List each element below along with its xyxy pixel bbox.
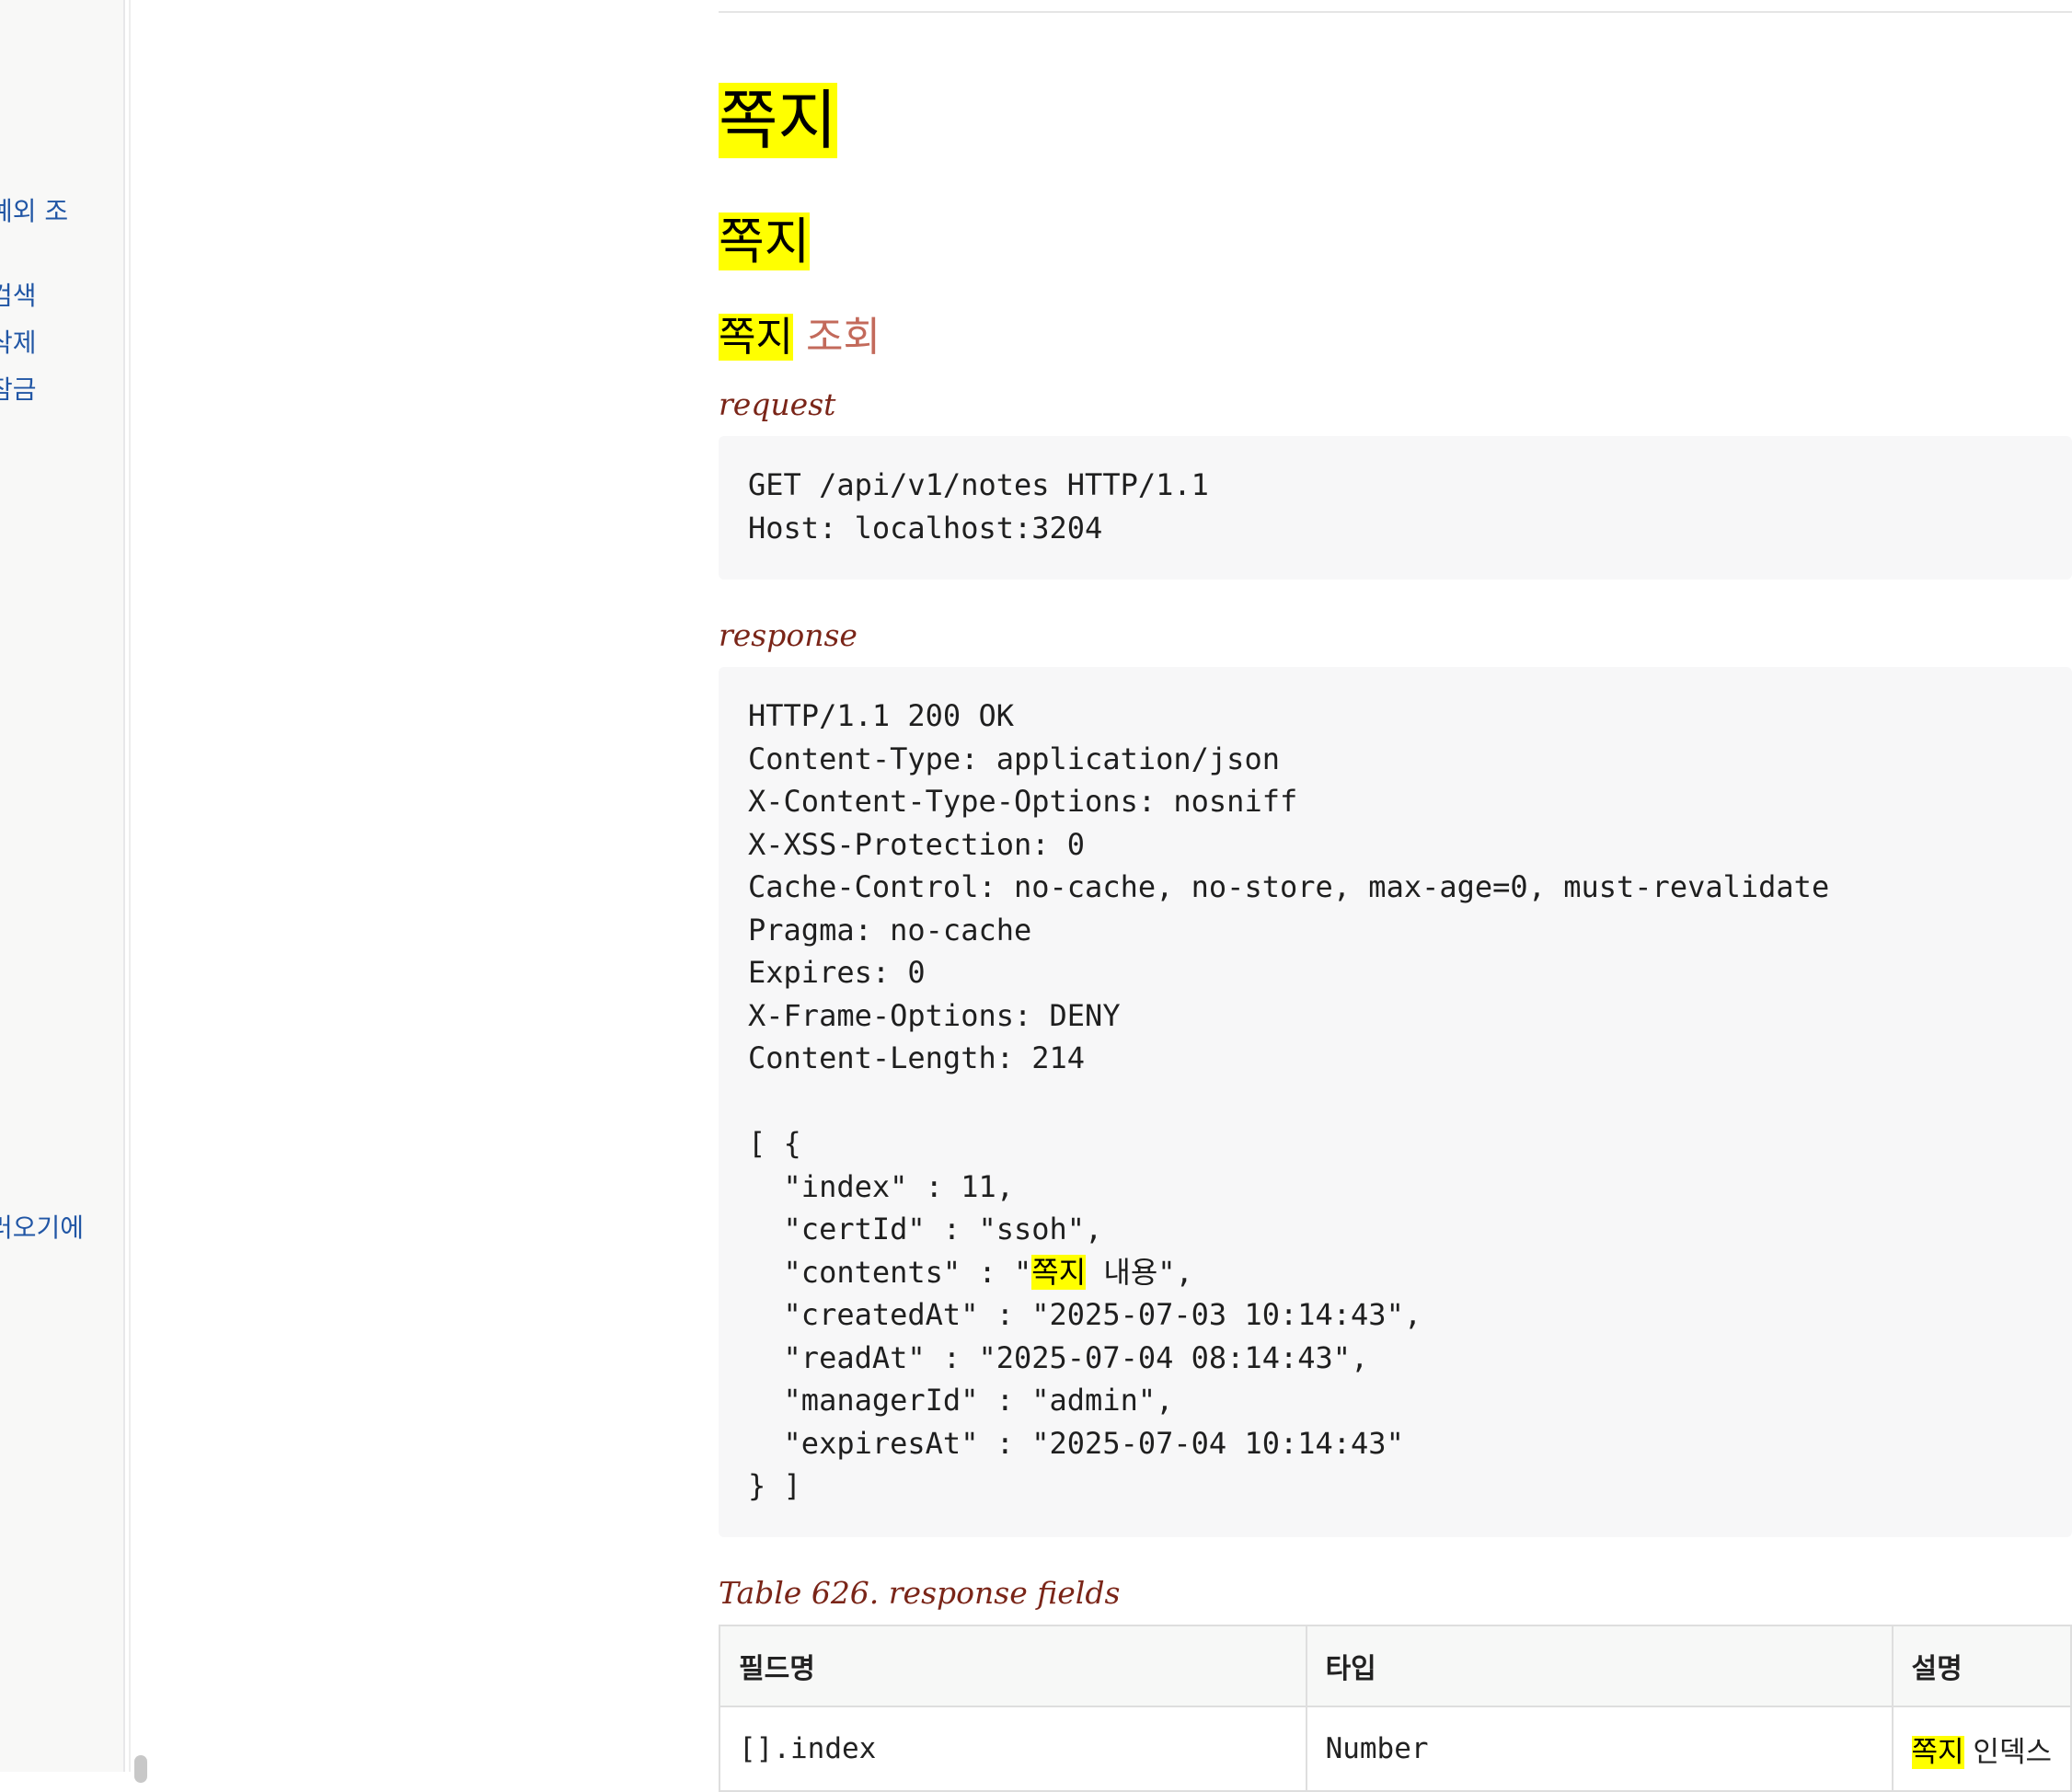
request-line: GET /api/v1/notes HTTP/1.1 bbox=[748, 467, 1209, 502]
request-line: Host: localhost:3204 bbox=[748, 510, 1103, 546]
toc-item-search[interactable]: 검색 bbox=[0, 276, 37, 313]
response-code: HTTP/1.1 200 OK Content-Type: applicatio… bbox=[748, 695, 1829, 1508]
toc-scrollbar[interactable] bbox=[129, 0, 153, 1783]
json-line: "createdAt" : "2025-07-03 10:14:43", bbox=[748, 1297, 1422, 1332]
request-label: request bbox=[719, 386, 836, 422]
request-code: GET /api/v1/notes HTTP/1.1 Host: localho… bbox=[748, 464, 1209, 549]
table-row: [].index Number 쪽지 인덱스 bbox=[719, 1706, 2072, 1792]
column-header-type: 타입 bbox=[1305, 1625, 1894, 1707]
response-header-line: Cache-Control: no-cache, no-store, max-a… bbox=[748, 869, 1830, 904]
toc-item-delete[interactable]: 삭제 bbox=[0, 323, 37, 360]
contents-highlight: 쪽지 bbox=[1031, 1254, 1087, 1290]
toc-sidebar: 예외 조 검색 삭제 잠금 러오기에 bbox=[0, 0, 125, 1772]
table-caption: Table 626. response fields bbox=[719, 1575, 1121, 1611]
section-divider bbox=[719, 11, 2072, 13]
json-line: "expiresAt" : "2025-07-04 10:14:43" bbox=[748, 1425, 1404, 1461]
response-header-line: HTTP/1.1 200 OK bbox=[748, 698, 1014, 733]
cell-desc: 쪽지 인덱스 bbox=[1891, 1706, 2072, 1792]
json-line: } ] bbox=[748, 1468, 801, 1503]
toc-item-import[interactable]: 러오기에 bbox=[0, 1208, 84, 1245]
json-line: "contents" : "쪽지 내용", bbox=[748, 1254, 1193, 1290]
response-header-line: Content-Type: application/json bbox=[748, 741, 1280, 776]
response-code-block: HTTP/1.1 200 OK Content-Type: applicatio… bbox=[719, 667, 2072, 1537]
json-line: "managerId" : "admin", bbox=[748, 1383, 1174, 1418]
toc-scrollbar-thumb[interactable] bbox=[134, 1755, 147, 1783]
table-header-row: 필드명 타입 설명 bbox=[719, 1625, 2072, 1707]
response-header-line: Expires: 0 bbox=[748, 955, 926, 990]
response-header-line: Pragma: no-cache bbox=[748, 912, 1032, 948]
response-header-line: Content-Length: 214 bbox=[748, 1040, 1086, 1075]
response-header-line: X-Frame-Options: DENY bbox=[748, 997, 1121, 1033]
response-fields-table: 필드명 타입 설명 [].index Number 쪽지 인덱스 bbox=[719, 1625, 2072, 1792]
json-line: [ { bbox=[748, 1126, 801, 1161]
json-line: "certId" : "ssoh", bbox=[748, 1212, 1103, 1246]
toc-item-exception[interactable]: 예외 조 bbox=[0, 191, 68, 228]
json-line: "readAt" : "2025-07-04 08:14:43", bbox=[748, 1339, 1369, 1375]
section-heading-h2: 쪽지 bbox=[719, 83, 837, 158]
response-label: response bbox=[719, 617, 858, 653]
section-heading-h3: 쪽지 bbox=[719, 213, 811, 270]
toc-item-lock[interactable]: 잠금 bbox=[0, 370, 37, 407]
request-code-block: GET /api/v1/notes HTTP/1.1 Host: localho… bbox=[719, 436, 2072, 580]
response-header-line: X-XSS-Protection: 0 bbox=[748, 826, 1086, 862]
column-header-field: 필드명 bbox=[719, 1625, 1307, 1707]
section-heading-h4: 쪽지 조회 bbox=[719, 314, 881, 361]
column-header-desc: 설명 bbox=[1891, 1625, 2072, 1707]
cell-type: Number bbox=[1305, 1706, 1894, 1792]
response-header-line: X-Content-Type-Options: nosniff bbox=[748, 784, 1298, 819]
json-line: "index" : 11, bbox=[748, 1168, 1014, 1204]
cell-field: [].index bbox=[719, 1706, 1307, 1792]
